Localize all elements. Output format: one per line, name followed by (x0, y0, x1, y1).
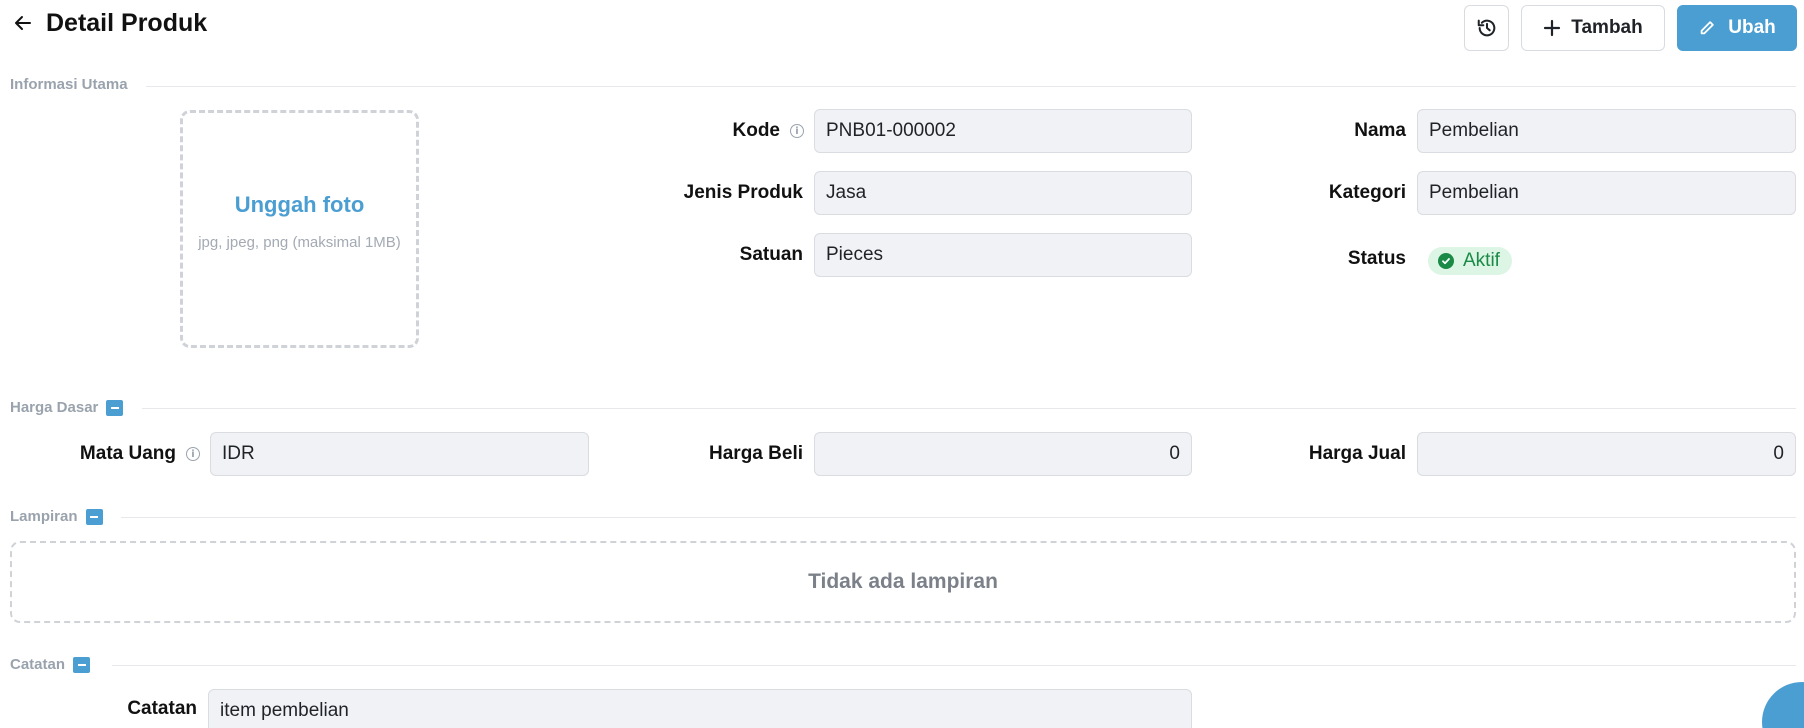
section-attachments: Lampiran (10, 508, 103, 525)
edit-button-label: Ubah (1728, 17, 1776, 38)
name-label: Nama (1354, 120, 1406, 141)
currency-label-row: Mata Uang i (40, 441, 200, 467)
notes-field[interactable]: item pembelian (208, 689, 1192, 728)
back-arrow-icon (15, 16, 31, 30)
add-button[interactable]: Tambah (1521, 5, 1665, 51)
collapse-icon[interactable] (106, 399, 124, 416)
status-badge: Aktif (1428, 247, 1512, 275)
section-attachments-title: Lampiran (10, 508, 78, 525)
code-label: Kode (732, 120, 781, 141)
page-header: Detail Produk Tambah Ubah (0, 0, 1804, 60)
add-button-label: Tambah (1571, 17, 1643, 38)
pencil-icon (1700, 21, 1714, 35)
section-main-info-title: Informasi Utama (10, 76, 128, 93)
buy-price-label: Harga Beli (709, 443, 803, 464)
currency-field[interactable]: IDR (210, 432, 589, 476)
info-icon[interactable]: i (186, 447, 200, 461)
back-button[interactable] (10, 10, 36, 36)
unit-field[interactable]: Pieces (814, 233, 1192, 277)
section-base-price: Harga Dasar (10, 399, 124, 416)
section-divider (121, 517, 1796, 518)
section-base-price-title: Harga Dasar (10, 399, 99, 416)
section-main-info: Informasi Utama (10, 76, 128, 93)
history-button[interactable] (1464, 5, 1509, 51)
status-label: Status (1347, 248, 1406, 269)
photo-upload[interactable]: Unggah foto jpg, jpeg, png (maksimal 1MB… (180, 110, 419, 348)
section-divider (146, 86, 1796, 87)
status-text: Aktif (1463, 250, 1500, 271)
code-label-row: Kode i (600, 118, 804, 144)
category-label: Kategori (1328, 182, 1406, 203)
history-icon (1477, 19, 1495, 37)
section-divider (112, 665, 1796, 666)
section-notes: Catatan (10, 656, 91, 673)
sell-price-label: Harga Jual (1308, 443, 1406, 464)
chat-fab[interactable] (1762, 682, 1804, 728)
page-title: Detail Produk (46, 9, 208, 37)
check-circle-icon (1438, 253, 1454, 269)
plus-icon (1544, 19, 1561, 37)
attachments-empty[interactable]: Tidak ada lampiran (10, 541, 1796, 623)
currency-label: Mata Uang (79, 443, 176, 464)
type-field[interactable]: Jasa (814, 171, 1192, 215)
upload-title: Unggah foto (234, 191, 365, 217)
buy-price-field[interactable]: 0 (814, 432, 1192, 476)
unit-label: Satuan (739, 244, 803, 265)
section-notes-title: Catatan (10, 656, 66, 673)
upload-hint: jpg, jpeg, png (maksimal 1MB) (198, 233, 401, 251)
sell-price-field[interactable]: 0 (1417, 432, 1796, 476)
type-label: Jenis Produk (683, 182, 803, 203)
collapse-icon[interactable] (85, 508, 103, 525)
code-field[interactable]: PNB01-000002 (814, 109, 1192, 153)
category-field[interactable]: Pembelian (1417, 171, 1796, 215)
edit-button[interactable]: Ubah (1677, 5, 1797, 51)
section-divider (142, 408, 1796, 409)
name-field[interactable]: Pembelian (1417, 109, 1796, 153)
info-icon[interactable]: i (790, 124, 804, 138)
notes-label: Catatan (127, 698, 197, 719)
collapse-icon[interactable] (73, 656, 91, 673)
